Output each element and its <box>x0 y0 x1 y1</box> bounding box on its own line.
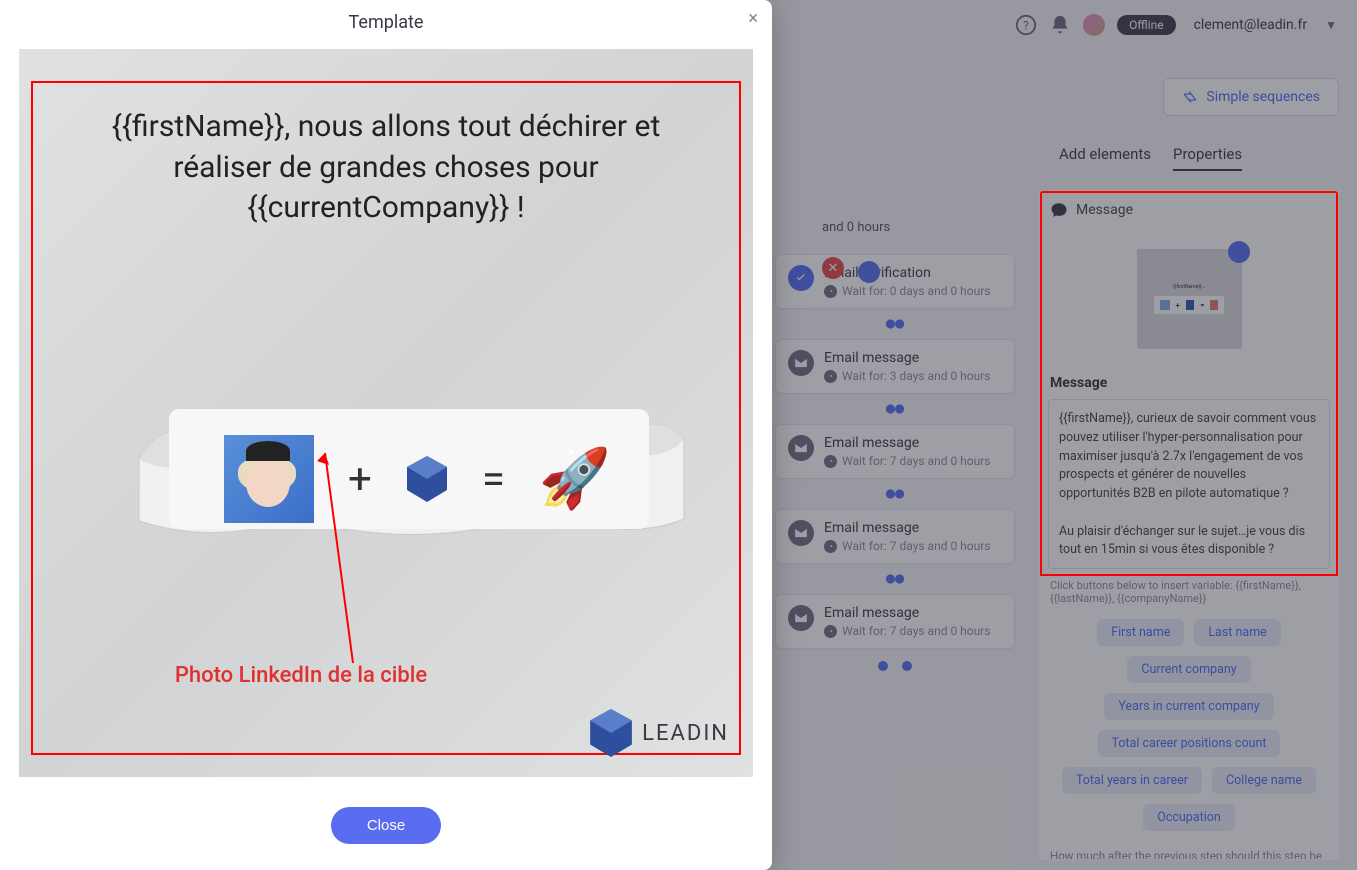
connector-icon <box>884 315 906 333</box>
tab-properties[interactable]: Properties <box>1173 145 1242 171</box>
svg-text:?: ? <box>1023 19 1029 33</box>
chip-total-positions[interactable]: Total career positions count <box>1098 730 1281 757</box>
variable-hint: Click buttons below to insert variable: … <box>1040 573 1338 611</box>
sequence-steps: and 0 hours ✕ Email verification ◔Wait f… <box>760 222 1030 651</box>
chip-occupation[interactable]: Occupation <box>1143 804 1235 831</box>
equation-row: + = 🚀 <box>224 435 611 523</box>
message-textarea[interactable]: {{firstName}}, curieux de savoir comment… <box>1048 399 1330 569</box>
variable-chips: First name Last name Current company Yea… <box>1040 611 1338 839</box>
clock-icon: ◔ <box>824 285 837 298</box>
connector-icon <box>884 485 906 503</box>
plus-icon: + <box>348 455 372 504</box>
chip-first-name[interactable]: First name <box>1097 619 1184 646</box>
step-title: Email message <box>824 350 991 366</box>
step-wait: ◔Wait for: 3 days and 0 hours <box>824 369 991 383</box>
chevron-down-icon[interactable]: ▼ <box>1325 18 1337 32</box>
brand-row: LEADIN <box>590 709 729 757</box>
annotation-caption: Photo LinkedIn de la cible <box>151 661 451 692</box>
message-icon <box>1050 201 1068 219</box>
step-wait: ◔Wait for: 7 days and 0 hours <box>824 624 991 638</box>
chip-college-name[interactable]: College name <box>1212 767 1316 794</box>
status-pill: Offline <box>1117 15 1175 35</box>
help-icon[interactable]: ? <box>1015 14 1037 36</box>
chip-current-company[interactable]: Current company <box>1127 656 1250 683</box>
thumbnail-text: {{firstName}}… <box>1169 284 1209 290</box>
step-email-message-3[interactable]: Email message ◔Wait for: 7 days and 0 ho… <box>775 509 1015 564</box>
leadin-logo-icon <box>406 456 448 502</box>
properties-panel: Message {{firstName}}… += Message {{firs… <box>1039 190 1339 860</box>
clock-icon: ◔ <box>824 625 837 638</box>
step-email-verification[interactable]: Email verification ◔Wait for: 0 days and… <box>775 254 1015 309</box>
rocket-icon: 🚀 <box>539 445 611 513</box>
clock-icon: ◔ <box>824 455 837 468</box>
panel-title-row: Message <box>1040 191 1338 229</box>
step-handle-icon[interactable] <box>858 261 880 283</box>
thumbnail-equation: += <box>1154 296 1224 314</box>
linkedin-photo-placeholder <box>224 435 314 523</box>
verify-icon <box>788 265 814 291</box>
step-title: Email message <box>824 435 991 451</box>
template-modal: Template × {{firstName}}, nous allons to… <box>0 0 772 870</box>
close-button[interactable]: Close <box>331 807 441 844</box>
step-email-message-4[interactable]: Email message ◔Wait for: 7 days and 0 ho… <box>775 594 1015 649</box>
equals-icon: = <box>482 455 505 504</box>
step-title: Email message <box>824 605 991 621</box>
clock-icon: ◔ <box>824 370 837 383</box>
connector-icon <box>884 400 906 418</box>
paper-tear-graphic: + = 🚀 <box>129 349 659 649</box>
email-icon <box>788 435 814 461</box>
avatar-icon[interactable] <box>1083 14 1105 36</box>
user-email[interactable]: clement@leadin.fr <box>1194 17 1308 33</box>
step-email-message-1[interactable]: Email message ◔Wait for: 3 days and 0 ho… <box>775 339 1015 394</box>
step-wait: ◔Wait for: 0 days and 0 hours <box>824 284 991 298</box>
email-icon <box>788 605 814 631</box>
modal-title: Template <box>349 0 424 43</box>
simple-sequences-button[interactable]: Simple sequences <box>1163 78 1339 116</box>
hours-fragment: and 0 hours <box>822 220 890 235</box>
end-dots <box>878 659 912 673</box>
connector-icon <box>884 570 906 588</box>
chip-last-name[interactable]: Last name <box>1194 619 1280 646</box>
email-icon <box>788 520 814 546</box>
step-wait: ◔Wait for: 7 days and 0 hours <box>824 454 991 468</box>
tab-add-elements[interactable]: Add elements <box>1059 145 1151 171</box>
template-thumbnail-wrap: {{firstName}}… += <box>1040 229 1338 369</box>
brand-text: LEADIN <box>642 721 729 746</box>
step-title: Email message <box>824 520 991 536</box>
template-headline: {{firstName}}, nous allons tout déchirer… <box>59 107 713 229</box>
step-title: Email verification <box>824 265 991 281</box>
chip-years-in-company[interactable]: Years in current company <box>1104 693 1273 720</box>
chip-total-years[interactable]: Total years in career <box>1062 767 1202 794</box>
panel-title: Message <box>1076 202 1133 218</box>
email-icon <box>788 350 814 376</box>
notifications-icon[interactable] <box>1049 14 1071 36</box>
side-tabs: Add elements Properties <box>1049 145 1339 171</box>
template-thumbnail[interactable]: {{firstName}}… += <box>1137 249 1242 349</box>
step-wait: ◔Wait for: 7 days and 0 hours <box>824 539 991 553</box>
delete-step-icon[interactable]: ✕ <box>822 257 844 279</box>
step-email-message-2[interactable]: Email message ◔Wait for: 7 days and 0 ho… <box>775 424 1015 479</box>
simple-sequences-label: Simple sequences <box>1206 89 1320 105</box>
message-label: Message <box>1040 369 1338 395</box>
delay-question: How much after the previous step should … <box>1040 839 1338 860</box>
leadin-logo-icon <box>590 709 632 757</box>
template-preview: {{firstName}}, nous allons tout déchirer… <box>19 49 753 777</box>
modal-close-icon[interactable]: × <box>748 8 758 29</box>
clock-icon: ◔ <box>824 540 837 553</box>
thumbnail-badge-icon <box>1228 241 1250 263</box>
